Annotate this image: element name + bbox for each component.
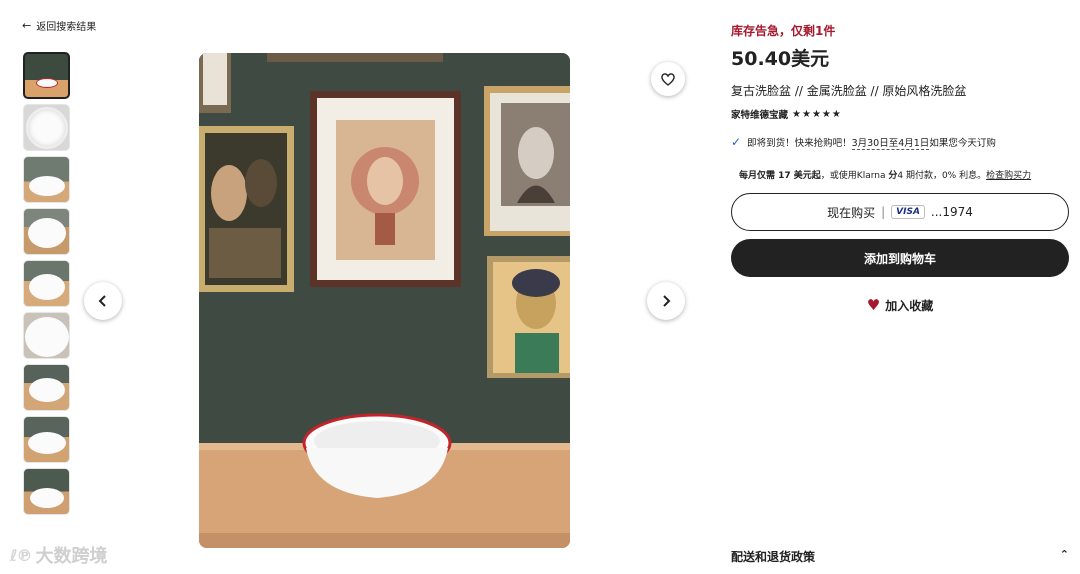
add-to-favorites-button[interactable]: ♥ 加入收藏: [731, 296, 1069, 314]
chevron-up-icon: ⌃: [1059, 548, 1069, 561]
thumbnail-1[interactable]: [23, 52, 70, 99]
rating-stars[interactable]: ★★★★★: [792, 109, 842, 120]
arrow-left-icon: ←: [22, 19, 32, 32]
thumbnail-9[interactable]: [23, 468, 70, 515]
watermark: ℓ℗ 大数跨境: [10, 542, 108, 568]
visa-card-icon: VISA: [891, 205, 925, 219]
thumbnail-image: [24, 317, 69, 357]
thumbnail-list: [23, 52, 71, 520]
previous-image-button[interactable]: [84, 282, 122, 320]
thumbnail-7[interactable]: [23, 364, 70, 411]
back-to-search-label: 返回搜索结果: [36, 22, 97, 33]
thumbnail-image: [27, 432, 66, 454]
add-to-cart-button[interactable]: 添加到购物车: [731, 239, 1069, 277]
next-image-button[interactable]: [647, 282, 685, 320]
klarna-rest: 4 期付款，0% 利息。: [897, 171, 987, 181]
delivery-prefix: 即将到货！快来抢购吧！: [747, 138, 852, 149]
product-title: 复古洗脸盆 // 金属洗脸盆 // 原始风格洗脸盆: [731, 84, 967, 98]
thumbnail-5[interactable]: [23, 260, 70, 307]
thumbnail-image: [25, 107, 68, 149]
product-price: 50.40美元: [731, 48, 830, 70]
delivery-dates[interactable]: 3月30日至4月1日: [851, 138, 930, 150]
check-purchasing-power-link[interactable]: 检查购买力: [986, 171, 1031, 181]
favorite-image-button[interactable]: [651, 62, 685, 96]
buy-now-label: 现在购买: [827, 205, 876, 220]
watermark-logo: ℓ℗: [10, 545, 33, 565]
delivery-suffix: 如果您今天订购: [929, 138, 996, 149]
heart-filled-icon: ♥: [866, 296, 881, 314]
thumbnail-3[interactable]: [23, 156, 70, 203]
thumbnail-image: [28, 176, 65, 196]
shop-name-link[interactable]: 家特维德宝藏: [731, 107, 788, 121]
product-photo-illustration: [199, 53, 570, 548]
divider: |: [881, 205, 886, 219]
klarna-mid: ，或使用Klarna: [820, 171, 889, 181]
thumbnail-2[interactable]: [23, 104, 70, 151]
thumbnail-image: [28, 274, 65, 300]
main-product-image[interactable]: [199, 53, 570, 548]
heart-outline-icon: [661, 73, 675, 86]
thumbnail-image: [28, 378, 65, 402]
chevron-left-icon: [98, 295, 106, 307]
shop-row: 家特维德宝藏 ★★★★★: [731, 107, 842, 122]
check-icon: ✓: [731, 135, 742, 149]
thumbnail-4[interactable]: [23, 208, 70, 255]
klarna-financing: 每月仅需 17 美元起，或使用Klarna 分4 期付款，0% 利息。检查购买力: [739, 168, 1031, 181]
card-digits: ...1974: [930, 205, 973, 219]
delivery-estimate: ✓ 即将到货！快来抢购吧！3月30日至4月1日如果您今天订购: [731, 135, 996, 150]
klarna-monthly: 每月仅需 17 美元起: [739, 171, 821, 181]
shipping-returns-toggle[interactable]: 配送和退货政策 ⌃: [731, 548, 1069, 565]
stock-alert: 库存告急，仅剩1件: [731, 24, 836, 38]
thumbnail-6[interactable]: [23, 312, 70, 359]
favorite-label: 加入收藏: [885, 298, 934, 313]
thumbnail-image: [29, 488, 64, 508]
thumbnail-8[interactable]: [23, 416, 70, 463]
policy-label: 配送和退货政策: [731, 550, 816, 564]
thumbnail-image: [35, 78, 58, 88]
thumbnail-image: [27, 218, 66, 248]
klarna-split: 分: [888, 171, 898, 181]
watermark-text: 大数跨境: [35, 546, 108, 567]
chevron-right-icon: [663, 295, 671, 307]
back-to-search-link[interactable]: ← 返回搜索结果: [22, 18, 96, 33]
buy-now-button[interactable]: 现在购买 | VISA ...1974: [731, 193, 1069, 231]
